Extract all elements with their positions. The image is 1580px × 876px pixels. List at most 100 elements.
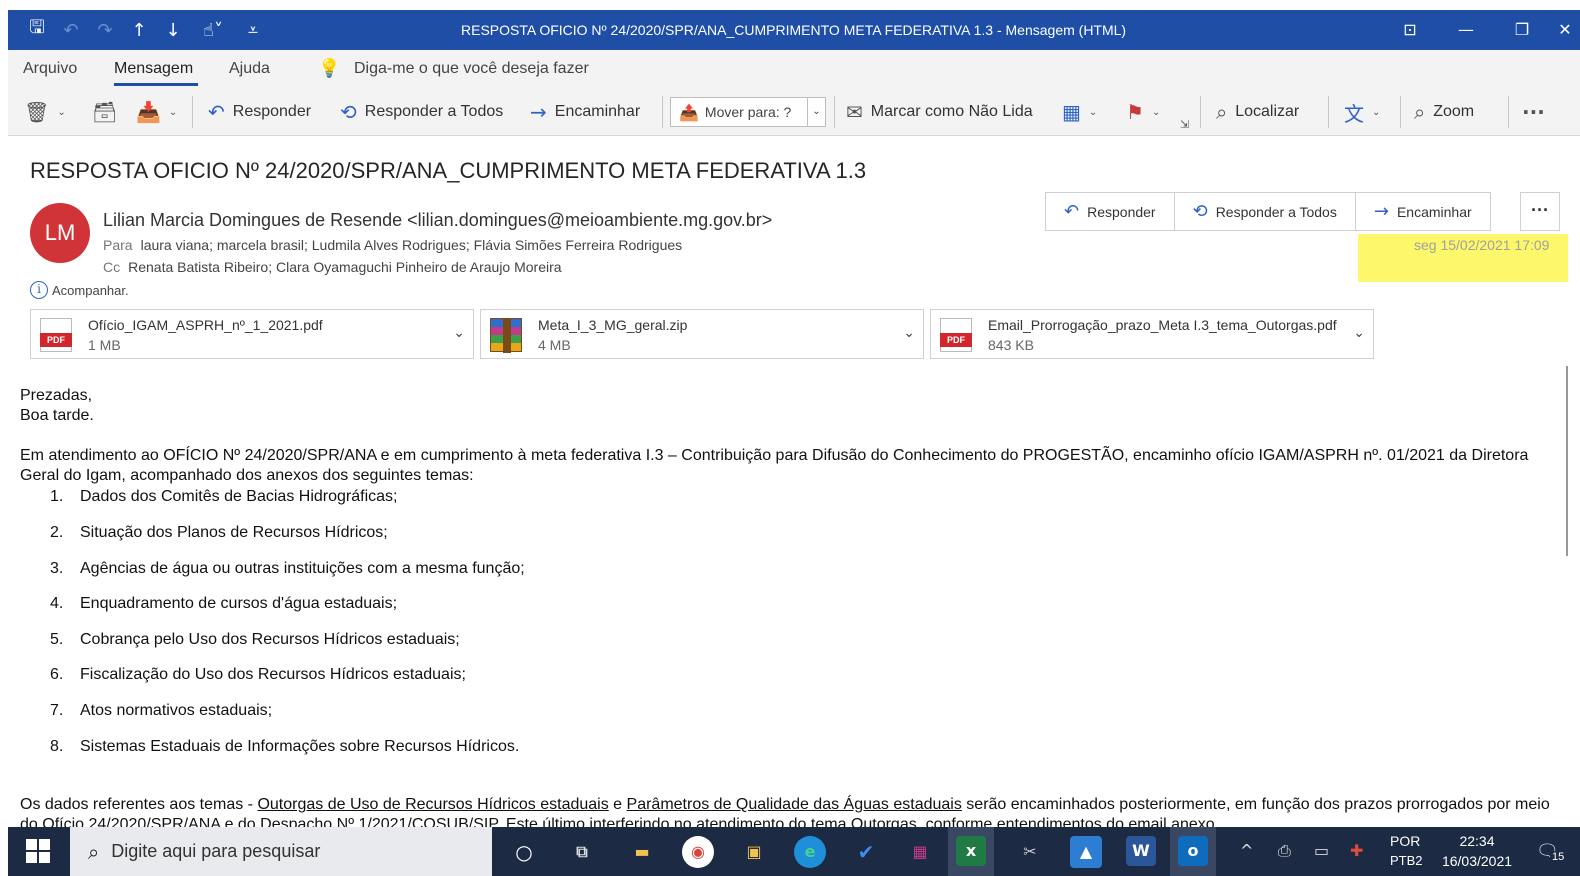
chevron-down-icon[interactable]: ⌄ [57,107,65,118]
reply-all-button-inline[interactable]: ⟲ Responder a Todos [1175,193,1356,230]
find-button[interactable]: ⌕ Localizar [1216,88,1299,136]
undo-icon[interactable]: ↶ [60,20,82,41]
avatar[interactable]: LM [30,203,90,263]
attachment-item[interactable]: PDF Ofício_IGAM_ASPRH_nº_1_2021.pdf 1 MB… [30,309,474,359]
chevron-down-icon[interactable]: ⌄ [169,107,177,118]
tab-message[interactable]: Mensagem [114,60,193,78]
zoom-button[interactable]: ⌕ Zoom [1414,88,1474,136]
reply-all-icon: ⟲ [1192,201,1208,222]
archive-button[interactable]: 🗃 [92,88,117,136]
intro-paragraph: Em atendimento ao OFÍCIO Nº 24/2020/SPR/… [20,447,1529,484]
task-view-icon[interactable]: ⧉ [566,836,598,868]
close-icon[interactable]: ✕ [1550,10,1580,50]
outlook-icon[interactable]: o [1178,836,1208,866]
tab-file[interactable]: Arquivo [23,60,77,78]
list-item: 5. Cobrança pelo Uso dos Recursos Hídrico… [50,631,460,648]
cc-line: Cc Renata Batista Ribeiro; Clara Oyamaguc… [103,259,562,275]
attachment-size: 4 MB [538,337,571,353]
delete-button[interactable]: 🗑 ⌄ [24,88,66,136]
list-item: 3. Agências de água ou outras instituiçõe… [50,560,525,577]
reply-button-inline[interactable]: ↶ Responder [1046,193,1175,230]
chevron-down-icon[interactable]: ⌄ [453,325,465,341]
more-actions-button[interactable]: ··· [1520,192,1560,231]
chrome-icon[interactable]: ◉ [682,836,714,868]
photos-icon[interactable]: ▲ [1070,836,1102,868]
chevron-down-icon[interactable]: ⌄ [807,98,825,126]
archive-icon: 🗃 [92,100,118,124]
attachment-item[interactable]: PDF Email_Prorrogação_prazo_Meta I.3_tem… [930,309,1374,359]
sender[interactable]: Lilian Marcia Domingues de Resende <lili… [103,210,772,231]
message-date: seg 15/02/2021 17:09 [1414,237,1550,253]
security-icon[interactable]: ✚ [1350,841,1363,860]
word-icon[interactable]: W [1126,836,1156,866]
move-button[interactable]: 📥 ⌄ [136,88,177,136]
forward-button[interactable]: → Encaminhar [530,88,640,136]
chevron-down-icon[interactable]: ⌄ [903,325,915,341]
translate-button[interactable]: 文 ⌄ [1344,88,1380,136]
more-options-button[interactable]: ··· [1522,88,1545,136]
outorgas-link[interactable]: Outorgas de Uso de Recursos Hídricos est… [257,796,608,813]
next-item-icon[interactable]: ↓ [162,20,184,41]
greeting: Boa tarde. [20,407,94,424]
keyboard-layout: PTB2 [1390,853,1423,868]
attachment-name: Email_Prorrogação_prazo_Meta I.3_tema_Ou… [988,317,1337,333]
ribbon-display-icon[interactable]: ⊡ [1382,10,1438,50]
file-explorer-icon[interactable]: ▬ [626,836,658,868]
forward-button-inline[interactable]: → Encaminhar [1356,193,1490,230]
chevron-down-icon[interactable]: ⌄ [1089,107,1097,118]
touch-mode-icon[interactable]: ☝˅ [196,20,230,41]
scrollbar[interactable] [1566,366,1568,556]
title-bar: 🖫 ↶ ↷ ↑ ↓ ☝˅ ⩡ RESPOSTA OFICIO Nº 24/202… [8,10,1580,50]
chevron-down-icon[interactable]: ⌄ [1152,107,1160,118]
forward-label: Encaminhar [1396,203,1472,220]
reply-button[interactable]: ↶ Responder [208,88,311,136]
move-to-folder-icon: 📥 [136,100,161,124]
list-item: 7. Atos normativos estaduais; [50,702,273,719]
windows-start-icon[interactable] [26,839,50,863]
language-indicator[interactable]: POR PTB2 [1390,827,1434,876]
attachment-name: Meta_I_3_MG_geral.zip [538,317,688,333]
save-icon[interactable]: 🖫 [26,15,48,45]
chevron-up-icon[interactable]: ^ [1240,841,1253,860]
follow-up-info: i Acompanhar. [30,281,129,299]
more-icon: ··· [1522,100,1545,124]
quality-link[interactable]: Parâmetros de Qualidade das Águas estadu… [627,796,962,813]
message-subject: RESPOSTA OFICIO Nº 24/2020/SPR/ANA_CUMPR… [30,158,867,183]
taskbar-search[interactable]: ⌕ Digite aqui para pesquisar [70,827,492,876]
tab-help[interactable]: Ajuda [229,60,270,78]
customize-toolbar-icon[interactable]: ⩡ [242,20,264,41]
winrar-icon[interactable]: ▦ [904,836,936,868]
cortana-icon[interactable]: ○ [508,836,540,868]
categorize-button[interactable]: ▦ ⌄ [1062,88,1097,136]
tell-me-search[interactable]: Diga-me o que você deseja fazer [354,60,589,78]
mark-unread-button[interactable]: ✉ Marcar como Não Lida [846,88,1033,136]
closing-paragraph: Os dados referentes aos temas - Outorgas… [20,796,1550,827]
reply-all-button[interactable]: ⟲ Responder a Todos [340,88,503,136]
chevron-down-icon[interactable]: ⌄ [1353,325,1365,341]
previous-item-icon[interactable]: ↑ [128,20,150,41]
dialog-launcher-icon[interactable]: ⇲ [1180,118,1189,131]
to-recipients[interactable]: laura viana; marcela brasil; Ludmila Alv… [141,237,683,253]
categorize-icon: ▦ [1062,100,1081,124]
network-icon[interactable]: ▭ [1314,841,1329,860]
zip-archive-icon [490,318,522,353]
chevron-down-icon[interactable]: ⌄ [1372,107,1380,118]
list-item: 6. Fiscalização do Uso dos Recursos Hídri… [50,666,466,683]
meet-now-icon[interactable]: ⎙ [1278,841,1291,861]
search-placeholder: Digite aqui para pesquisar [111,841,321,861]
follow-up-button[interactable]: ⚑ ⌄ [1126,88,1160,136]
search-icon: ⌕ [88,839,100,864]
move-to-dropdown[interactable]: 📤 Mover para: ? ⌄ [670,97,826,127]
todo-icon[interactable]: ✔ [850,836,882,868]
ribbon-separator [1508,96,1509,128]
snipping-tool-icon[interactable]: ✂ [1014,836,1046,868]
redo-icon[interactable]: ↷ [94,20,116,41]
restore-icon[interactable]: ❐ [1494,10,1550,50]
minimize-icon[interactable]: — [1438,10,1494,50]
store-icon[interactable]: ▣ [738,836,770,868]
attachment-item[interactable]: Meta_I_3_MG_geral.zip 4 MB ⌄ [480,309,924,359]
cc-recipients[interactable]: Renata Batista Ribeiro; Clara Oyamaguchi… [128,259,561,275]
edge-icon[interactable]: e [794,836,826,868]
clock[interactable]: 22:34 16/03/2021 [1434,827,1520,876]
excel-icon[interactable]: x [956,836,986,866]
